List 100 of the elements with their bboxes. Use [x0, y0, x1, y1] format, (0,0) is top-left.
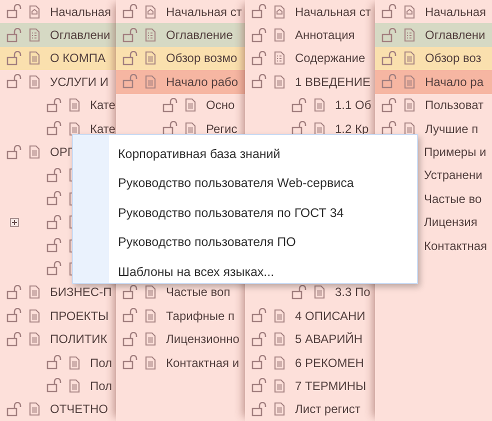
open-lock-icon[interactable]	[381, 98, 398, 113]
open-lock-icon[interactable]	[122, 355, 139, 370]
tree-row[interactable]: Начало ра	[375, 70, 492, 94]
tree-row[interactable]: ПОЛИТИК	[0, 327, 116, 351]
tree-row[interactable]: Обзор возмо	[116, 46, 245, 70]
open-lock-icon[interactable]	[251, 308, 268, 324]
open-lock-icon[interactable]	[46, 238, 63, 254]
home-page-icon	[145, 4, 156, 19]
open-lock-icon[interactable]	[122, 28, 139, 43]
document-icon	[29, 74, 40, 89]
menu-item[interactable]: Руководство пользователя ПО	[73, 228, 417, 257]
open-lock-icon[interactable]	[6, 402, 23, 417]
tree-row[interactable]: Начальная	[0, 0, 116, 24]
open-lock-icon[interactable]	[381, 74, 398, 90]
tree-row[interactable]: Начальная ст	[116, 0, 245, 24]
open-lock-icon[interactable]	[291, 284, 308, 300]
tree-row[interactable]: ОТЧЕТНО	[0, 398, 116, 421]
open-lock-icon[interactable]	[122, 50, 139, 66]
menu-item[interactable]: Руководство пользователя по ГОСТ 34	[73, 198, 417, 228]
tree-row[interactable]: Осно	[116, 94, 245, 117]
tree-row[interactable]: Начальная	[375, 0, 492, 24]
open-lock-icon[interactable]	[251, 28, 268, 43]
tree-row[interactable]: Тарифные п	[116, 304, 245, 328]
open-lock-icon[interactable]	[251, 332, 268, 347]
tree-row[interactable]: 5 АВАРИЙН	[245, 328, 375, 351]
open-lock-icon[interactable]	[251, 74, 268, 90]
document-icon	[274, 356, 285, 370]
tree-row[interactable]: Начальная ст	[245, 0, 375, 24]
tree-row[interactable]: Содержание	[245, 46, 375, 70]
expand-icon[interactable]	[10, 218, 19, 227]
open-lock-icon[interactable]	[381, 4, 398, 20]
page-title: Оглавлени	[50, 28, 110, 42]
open-lock-icon[interactable]	[6, 50, 23, 66]
open-lock-icon[interactable]	[291, 121, 308, 136]
open-lock-icon[interactable]	[46, 214, 63, 230]
open-lock-icon[interactable]	[46, 121, 63, 136]
open-lock-icon[interactable]	[251, 4, 268, 20]
open-lock-icon[interactable]	[251, 355, 268, 370]
open-lock-icon[interactable]	[122, 332, 139, 347]
tree-row[interactable]: Оглавлени	[0, 23, 116, 47]
tree-row[interactable]: Кате	[0, 116, 116, 140]
open-lock-icon[interactable]	[46, 261, 63, 276]
open-lock-icon[interactable]	[6, 284, 23, 300]
page-title: Лист регист	[295, 402, 360, 416]
tree-row[interactable]: 1.1 Об	[245, 94, 375, 117]
tree-row[interactable]: 7 ТЕРМИНЫ	[245, 374, 375, 398]
tree-row[interactable]: Оглавлени	[375, 23, 492, 47]
open-lock-icon[interactable]	[6, 144, 23, 160]
tree-row[interactable]: Лицензионно	[116, 328, 245, 351]
page-title: Начальная	[425, 4, 486, 19]
open-lock-icon[interactable]	[46, 98, 63, 113]
open-lock-icon[interactable]	[46, 355, 63, 370]
open-lock-icon[interactable]	[6, 308, 23, 324]
open-lock-icon[interactable]	[46, 191, 63, 206]
tree-row[interactable]: Регис	[116, 116, 245, 140]
tree-row[interactable]: 6 РЕКОМЕН	[245, 350, 375, 374]
page-title: 1.1 Об	[335, 98, 372, 112]
tree-row[interactable]: Обзор воз	[375, 46, 492, 70]
tree-row[interactable]: Лучшие п	[375, 116, 492, 140]
open-lock-icon[interactable]	[291, 98, 308, 113]
tree-row[interactable]: Аннотация	[245, 23, 375, 47]
open-lock-icon[interactable]	[122, 284, 139, 300]
open-lock-icon[interactable]	[46, 378, 63, 394]
open-lock-icon[interactable]	[251, 50, 268, 66]
open-lock-icon[interactable]	[162, 121, 179, 136]
document-icon	[29, 51, 40, 66]
tree-row[interactable]: 1.2 Кр	[245, 116, 375, 140]
tree-row[interactable]: 4 ОПИСАНИ	[245, 304, 375, 328]
open-lock-icon[interactable]	[6, 4, 23, 20]
open-lock-icon[interactable]	[6, 74, 23, 90]
open-lock-icon[interactable]	[122, 74, 139, 90]
page-title: Пользоват	[425, 98, 484, 112]
tree-row[interactable]: О КОМПА	[0, 46, 116, 70]
page-title: Кате	[90, 98, 116, 112]
page-title: Лучшие п	[425, 122, 478, 136]
open-lock-icon[interactable]	[251, 378, 268, 394]
open-lock-icon[interactable]	[162, 98, 179, 113]
open-lock-icon[interactable]	[122, 308, 139, 324]
tree-row[interactable]: Начало рабо	[116, 70, 245, 94]
tree-row[interactable]: Лист регист	[245, 398, 375, 421]
tree-row[interactable]: 1 ВВЕДЕНИЕ	[245, 70, 375, 94]
tree-row[interactable]: Оглавление	[116, 23, 245, 47]
open-lock-icon[interactable]	[381, 121, 398, 136]
open-lock-icon[interactable]	[122, 4, 139, 20]
open-lock-icon[interactable]	[381, 50, 398, 66]
open-lock-icon[interactable]	[6, 332, 23, 347]
open-lock-icon[interactable]	[381, 28, 398, 43]
tree-row[interactable]: Пользоват	[375, 94, 492, 117]
tree-row[interactable]: УСЛУГИ И	[0, 70, 116, 94]
open-lock-icon[interactable]	[46, 168, 63, 183]
tree-row[interactable]: Контактная и	[116, 350, 245, 374]
page-title: Тарифные п	[166, 308, 234, 323]
tree-row[interactable]: ПРОЕКТЫ	[0, 304, 116, 328]
tree-row[interactable]: Пол	[0, 374, 116, 398]
tree-row[interactable]: Пол	[0, 350, 116, 374]
tree-row[interactable]: Кате	[0, 94, 116, 117]
menu-item[interactable]: Руководство пользователя Web-сервиса	[73, 168, 417, 198]
document-icon	[185, 98, 196, 112]
open-lock-icon[interactable]	[6, 28, 23, 43]
open-lock-icon[interactable]	[251, 402, 268, 417]
